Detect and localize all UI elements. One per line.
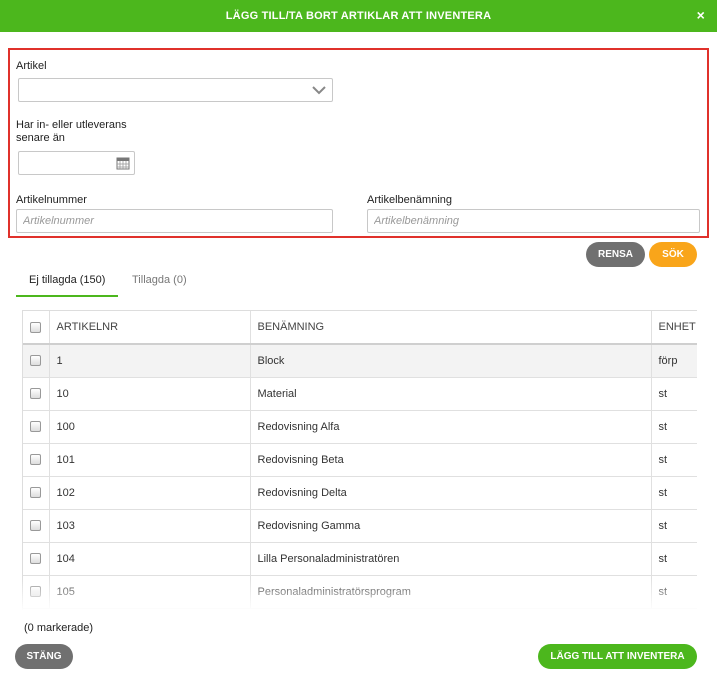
cell-enhet: förp <box>651 344 697 378</box>
table-row[interactable]: 100 Redovisning Alfa st <box>23 410 697 444</box>
cell-benamning: Lilla Personaladministratören <box>250 542 652 576</box>
row-checkbox[interactable] <box>30 454 42 466</box>
selected-count: (0 markerade) <box>24 622 94 634</box>
table-row[interactable]: 103 Redovisning Gamma st <box>23 509 697 543</box>
cell-artikelnr: 103 <box>49 509 251 543</box>
table-row[interactable]: 102 Redovisning Delta st <box>23 476 697 510</box>
cell-benamning: Redovisning Delta <box>250 476 652 510</box>
article-table: ARTIKELNR BENÄMNING ENHET 1 Block förp 1… <box>22 310 697 610</box>
row-checkbox[interactable] <box>30 388 42 400</box>
artikel-label: Artikel <box>16 60 47 72</box>
cell-benamning: Block <box>250 344 652 378</box>
filter-panel: Artikel Har in- eller utleverans senare … <box>8 48 709 238</box>
cell-enhet: st <box>651 575 697 609</box>
tab-added[interactable]: Tillagda (0) <box>132 272 187 297</box>
table-row[interactable]: 10 Material st <box>23 377 697 411</box>
table-row[interactable]: 104 Lilla Personaladministratören st <box>23 542 697 576</box>
cell-artikelnr: 102 <box>49 476 251 510</box>
close-icon[interactable]: × <box>697 7 705 23</box>
row-checkbox[interactable] <box>30 553 42 565</box>
artikel-select[interactable] <box>18 78 333 102</box>
header-benamning[interactable]: BENÄMNING <box>250 311 652 345</box>
row-checkbox[interactable] <box>30 355 42 367</box>
cell-enhet: st <box>651 542 697 576</box>
table-row[interactable]: 105 Personaladministratörsprogram st <box>23 575 697 609</box>
cell-benamning: Redovisning Gamma <box>250 509 652 543</box>
artikelnummer-input[interactable] <box>16 209 333 233</box>
header-enhet[interactable]: ENHET <box>651 311 697 345</box>
cell-artikelnr: 1 <box>49 344 251 378</box>
benamning-input[interactable] <box>367 209 700 233</box>
add-to-inventory-button[interactable]: LÄGG TILL ATT INVENTERA <box>538 644 697 669</box>
cell-enhet: st <box>651 443 697 477</box>
date-field[interactable] <box>18 151 135 175</box>
calendar-icon[interactable] <box>116 156 130 170</box>
cell-artikelnr: 104 <box>49 542 251 576</box>
cell-enhet: st <box>651 476 697 510</box>
dialog-footer: (0 markerade) STÄNG LÄGG TILL ATT INVENT… <box>0 611 717 683</box>
dialog-title: LÄGG TILL/TA BORT ARTIKLAR ATT INVENTERA <box>225 10 492 22</box>
table-row[interactable]: 1 Block förp <box>23 344 697 378</box>
table-header-row: ARTIKELNR BENÄMNING ENHET <box>23 311 697 345</box>
clear-button[interactable]: RENSA <box>586 242 645 267</box>
cell-artikelnr: 105 <box>49 575 251 609</box>
row-checkbox[interactable] <box>30 586 42 598</box>
row-checkbox[interactable] <box>30 487 42 499</box>
table-row[interactable]: 101 Redovisning Beta st <box>23 443 697 477</box>
cell-benamning: Personaladministratörsprogram <box>250 575 652 609</box>
close-button[interactable]: STÄNG <box>15 644 73 669</box>
cell-artikelnr: 101 <box>49 443 251 477</box>
cell-artikelnr: 10 <box>49 377 251 411</box>
cell-enhet: st <box>651 509 697 543</box>
search-button[interactable]: SÖK <box>649 242 697 267</box>
tab-bar: Ej tillagda (150) Tillagda (0) <box>16 272 706 298</box>
date-label-line2: senare än <box>16 132 65 144</box>
cell-enhet: st <box>651 410 697 444</box>
row-checkbox[interactable] <box>30 421 42 433</box>
header-artikelnr[interactable]: ARTIKELNR <box>49 311 251 345</box>
cell-benamning: Redovisning Beta <box>250 443 652 477</box>
cell-artikelnr: 100 <box>49 410 251 444</box>
cell-benamning: Redovisning Alfa <box>250 410 652 444</box>
cell-enhet: st <box>651 377 697 411</box>
benamning-label: Artikelbenämning <box>367 194 452 206</box>
artikelnummer-label: Artikelnummer <box>16 194 87 206</box>
date-label-line1: Har in- eller utleverans <box>16 119 127 131</box>
dialog-header: LÄGG TILL/TA BORT ARTIKLAR ATT INVENTERA… <box>0 0 717 32</box>
chevron-down-icon <box>312 86 326 95</box>
select-all-checkbox[interactable] <box>30 321 42 333</box>
row-checkbox[interactable] <box>30 520 42 532</box>
tab-not-added[interactable]: Ej tillagda (150) <box>16 272 118 297</box>
cell-benamning: Material <box>250 377 652 411</box>
date-label: Har in- eller utleverans senare än <box>16 119 127 145</box>
